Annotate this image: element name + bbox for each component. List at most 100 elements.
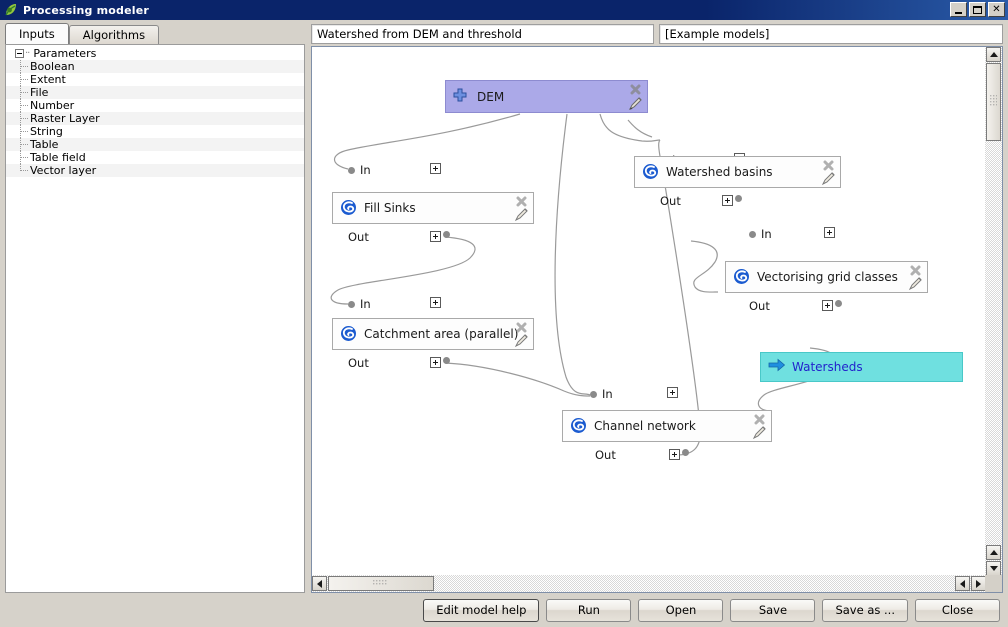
expand-out-watershed-basins[interactable]: [722, 195, 733, 206]
group-name-input[interactable]: [Example models]: [659, 24, 1003, 44]
save-button[interactable]: Save: [730, 599, 815, 622]
horizontal-scroll-thumb[interactable]: [328, 576, 434, 591]
port-out-fillsinks[interactable]: Out: [348, 230, 369, 244]
dialog-button-bar: Edit model help Run Open Save Save as ..…: [0, 593, 1008, 627]
port-label: Out: [660, 194, 681, 208]
grip-icon: [990, 95, 997, 109]
port-in-vectorising[interactable]: In: [749, 227, 772, 241]
canvas-vertical-scrollbar[interactable]: [985, 47, 1002, 576]
expand-out-catchment-area[interactable]: [430, 357, 441, 368]
node-watershed-basins[interactable]: Watershed basins: [634, 156, 841, 188]
expand-out-channel-network[interactable]: [669, 449, 680, 460]
scroll-down-button[interactable]: [986, 561, 1001, 576]
port-out-watershed-basins[interactable]: Out: [660, 194, 681, 208]
tree-item-vector-layer[interactable]: Vector layer: [6, 164, 304, 177]
button-label: Save as ...: [835, 603, 895, 617]
minimize-button[interactable]: [950, 2, 967, 17]
tree-item-file[interactable]: File: [6, 86, 304, 99]
edit-icon[interactable]: [908, 276, 923, 291]
tree-item-label: Vector layer: [28, 164, 96, 177]
node-dem[interactable]: DEM: [445, 80, 648, 113]
tree-item-number[interactable]: Number: [6, 99, 304, 112]
port-out-dot-channel-network: [682, 449, 689, 456]
tree-root-parameters[interactable]: ·· Parameters: [6, 47, 304, 60]
close-model-button[interactable]: Close: [915, 599, 1000, 622]
collapse-icon[interactable]: [15, 49, 24, 58]
tab-inputs[interactable]: Inputs: [5, 23, 69, 44]
delete-icon[interactable]: [629, 83, 642, 96]
node-fill-sinks[interactable]: Fill Sinks: [332, 192, 534, 224]
open-button[interactable]: Open: [638, 599, 723, 622]
node-watersheds-output[interactable]: Watersheds: [760, 352, 963, 382]
expand-out-fillsinks[interactable]: [430, 231, 441, 242]
processing-modeler-window: Processing modeler ✕ Inputs Algorithms ·…: [0, 0, 1008, 627]
arrow-left-icon: [960, 580, 965, 588]
node-label: Catchment area (parallel): [364, 327, 518, 341]
vertical-scroll-thumb[interactable]: [986, 63, 1001, 141]
button-label: Close: [942, 603, 973, 617]
canvas-horizontal-scrollbar[interactable]: [312, 575, 986, 592]
edit-icon[interactable]: [752, 425, 767, 440]
edit-icon[interactable]: [514, 207, 529, 222]
port-in-channel-network[interactable]: In: [590, 387, 613, 401]
edit-icon[interactable]: [514, 333, 529, 348]
port-out-dot-catchment-area: [443, 357, 450, 364]
node-label: Watersheds: [792, 360, 863, 374]
model-canvas-frame: DEM: [311, 46, 1003, 593]
arrow-up-icon: [990, 52, 998, 57]
port-in-catchment-area[interactable]: In: [348, 297, 371, 311]
expand-in-catchment-area[interactable]: [430, 297, 441, 308]
expand-out-vectorising[interactable]: [822, 300, 833, 311]
port-out-catchment-area[interactable]: Out: [348, 356, 369, 370]
model-canvas[interactable]: DEM: [312, 47, 986, 576]
expand-in-channel-network[interactable]: [667, 387, 678, 398]
port-in-fillsinks[interactable]: In: [348, 163, 371, 177]
node-catchment-area[interactable]: Catchment area (parallel): [332, 318, 534, 350]
edit-icon[interactable]: [628, 96, 643, 111]
port-out-dot-fillsinks: [443, 231, 450, 238]
edit-icon[interactable]: [821, 171, 836, 186]
node-vectorising-grid-classes[interactable]: Vectorising grid classes: [725, 261, 928, 293]
tree-item-table[interactable]: Table: [6, 138, 304, 151]
tree-indent: [6, 138, 28, 151]
tab-algorithms-label: Algorithms: [83, 28, 145, 42]
edit-model-help-button[interactable]: Edit model help: [423, 599, 539, 622]
tab-inputs-label: Inputs: [19, 27, 55, 41]
model-name-input[interactable]: Watershed from DEM and threshold: [311, 24, 654, 44]
scroll-up-button[interactable]: [986, 47, 1001, 62]
panel-tabs: Inputs Algorithms: [5, 24, 159, 44]
tree-item-raster-layer[interactable]: Raster Layer: [6, 112, 304, 125]
node-label: Fill Sinks: [364, 201, 416, 215]
port-out-channel-network[interactable]: Out: [595, 448, 616, 462]
saga-icon: [733, 268, 751, 286]
expand-in-vectorising[interactable]: [824, 227, 835, 238]
port-dot: [590, 391, 597, 398]
tree-item-label: String: [28, 125, 63, 138]
tree-item-boolean[interactable]: Boolean: [6, 60, 304, 73]
connector-dem-fillsinks: [335, 114, 521, 169]
port-label: Out: [348, 356, 369, 370]
expand-in-fillsinks[interactable]: [430, 163, 441, 174]
run-button[interactable]: Run: [546, 599, 631, 622]
arrow-up-icon: [990, 550, 998, 555]
save-as-button[interactable]: Save as ...: [822, 599, 908, 622]
tab-algorithms[interactable]: Algorithms: [69, 25, 159, 44]
scroll-right-button[interactable]: [971, 576, 986, 591]
port-dot: [682, 449, 689, 456]
port-dot: [443, 231, 450, 238]
tree-indent: [6, 112, 28, 125]
tree-item-table-field[interactable]: Table field: [6, 151, 304, 164]
tree-item-extent[interactable]: Extent: [6, 73, 304, 86]
scroll-up-button-bottom[interactable]: [986, 545, 1001, 560]
tree-item-string[interactable]: String: [6, 125, 304, 138]
node-channel-network[interactable]: Channel network: [562, 410, 772, 442]
maximize-button[interactable]: [969, 2, 986, 17]
port-out-vectorising[interactable]: Out: [749, 299, 770, 313]
arrow-left-icon: [317, 580, 322, 588]
tree-indent: [6, 60, 28, 73]
close-button[interactable]: ✕: [988, 2, 1005, 17]
inputs-tree-panel[interactable]: ·· Parameters Boolean Extent File Number…: [5, 44, 305, 593]
scroll-left-button[interactable]: [312, 576, 327, 591]
scroll-left-button-right[interactable]: [955, 576, 970, 591]
tree-connector: ··: [25, 48, 29, 59]
